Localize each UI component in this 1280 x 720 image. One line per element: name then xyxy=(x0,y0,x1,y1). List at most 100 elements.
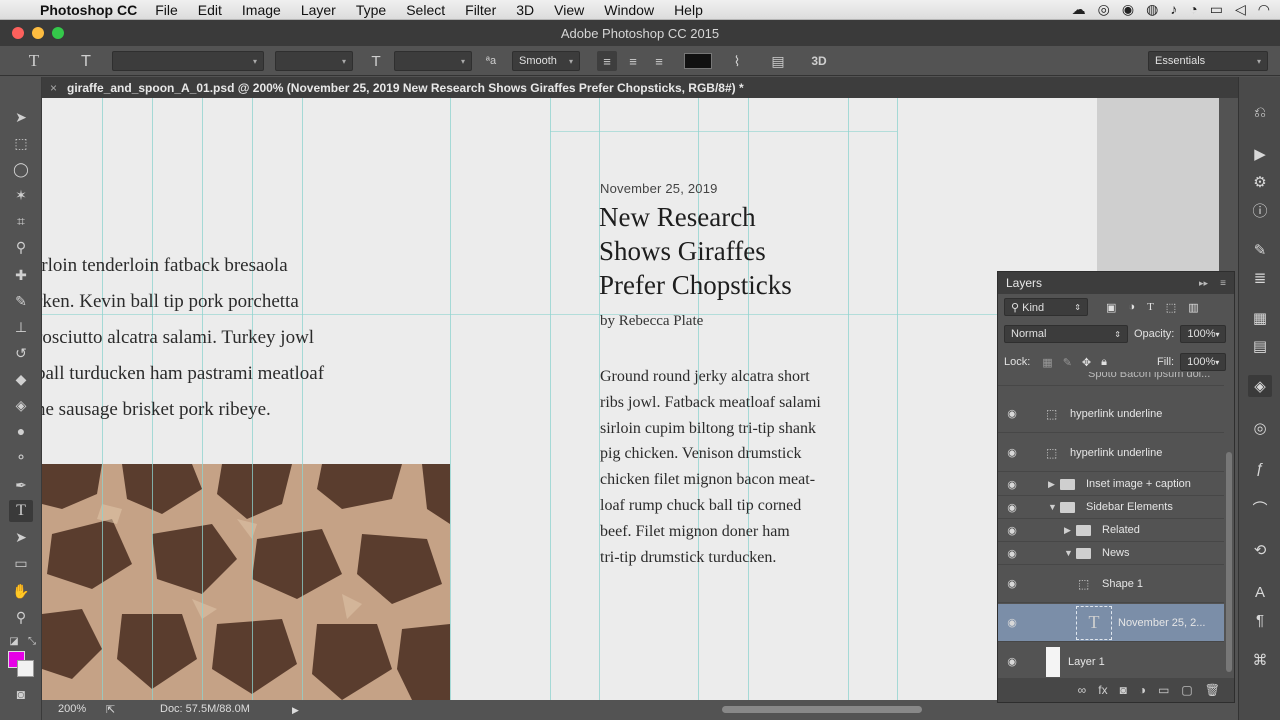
brush-tool-icon[interactable]: ✎ xyxy=(9,290,33,312)
battery-icon[interactable]: ▭ xyxy=(1210,1,1223,18)
layer-group-row[interactable]: ◉ ▼ News xyxy=(998,542,1224,565)
channels-panel-icon[interactable]: ◎ xyxy=(1248,417,1272,439)
align-left-icon[interactable]: ≡ xyxy=(597,51,617,71)
quick-mask-icon[interactable]: ◙ xyxy=(9,683,33,705)
visibility-eye-icon[interactable]: ◉ xyxy=(1004,524,1020,537)
close-window-button[interactable] xyxy=(12,27,24,39)
align-center-icon[interactable]: ≡ xyxy=(623,51,643,71)
menu-select[interactable]: Select xyxy=(406,2,445,18)
blend-mode-select[interactable]: Normal ⇕ xyxy=(1004,325,1128,343)
visibility-eye-icon[interactable]: ◉ xyxy=(1004,446,1020,459)
zoom-window-button[interactable] xyxy=(52,27,64,39)
menu-view[interactable]: View xyxy=(554,2,584,18)
gradient-tool-icon[interactable]: ◈ xyxy=(9,394,33,416)
layers-panel-title[interactable]: Layers xyxy=(1006,276,1042,290)
visibility-eye-icon[interactable]: ◉ xyxy=(1004,547,1020,560)
layer-group-row[interactable]: ◉ ▼ Sidebar Elements xyxy=(998,496,1224,519)
menu-layer[interactable]: Layer xyxy=(301,2,336,18)
lock-position-icon[interactable]: ✥ xyxy=(1082,356,1091,369)
magic-wand-tool-icon[interactable]: ✶ xyxy=(9,184,33,206)
link-layers-icon[interactable]: ∞ xyxy=(1078,683,1087,697)
layer-row[interactable]: ◉ ⬚ hyperlink underline xyxy=(998,395,1224,433)
filter-smart-object-icon[interactable]: ▥ xyxy=(1188,301,1198,314)
align-right-icon[interactable]: ≡ xyxy=(649,51,669,71)
font-size-select[interactable]: ▾ xyxy=(394,51,472,71)
type-tool-icon[interactable]: T xyxy=(9,500,33,522)
visibility-eye-icon[interactable]: ◉ xyxy=(1004,616,1020,629)
layer-row[interactable]: ◉ ⬚ Shape 1 xyxy=(998,565,1224,603)
layer-row-selected[interactable]: ◉ T November 25, 2... xyxy=(998,604,1224,642)
horizontal-scrollbar[interactable] xyxy=(722,706,922,713)
pen-tool-icon[interactable]: ✒ xyxy=(9,474,33,496)
new-layer-icon[interactable]: ▢ xyxy=(1181,683,1192,697)
menu-help[interactable]: Help xyxy=(674,2,703,18)
minimize-window-button[interactable] xyxy=(32,27,44,39)
path-selection-tool-icon[interactable]: ➤ xyxy=(9,526,33,548)
paths-panel-icon[interactable]: ⌒ xyxy=(1248,497,1272,519)
menu-window[interactable]: Window xyxy=(604,2,654,18)
menu-app-name[interactable]: Photoshop CC xyxy=(40,2,137,18)
font-style-select[interactable]: ▾ xyxy=(275,51,353,71)
visibility-eye-icon[interactable]: ◉ xyxy=(1004,655,1020,668)
panel-menu-icon[interactable]: ≡ xyxy=(1220,278,1226,289)
menu-filter[interactable]: Filter xyxy=(465,2,496,18)
lock-transparency-icon[interactable]: ▦ xyxy=(1042,356,1052,369)
filter-shape-icon[interactable]: ⬚ xyxy=(1166,301,1176,314)
layer-style-icon[interactable]: fx xyxy=(1098,683,1107,697)
healing-brush-tool-icon[interactable]: ✚ xyxy=(9,264,33,286)
visibility-eye-icon[interactable]: ◉ xyxy=(1004,577,1020,590)
filter-type-icon[interactable]: T xyxy=(1147,301,1154,313)
rectangle-tool-icon[interactable]: ▭ xyxy=(9,552,33,574)
export-icon[interactable]: ⇱ xyxy=(106,703,115,716)
3d-button[interactable]: 3D xyxy=(808,51,830,71)
lock-all-icon[interactable]: 🔒︎ xyxy=(1101,356,1107,369)
expand-triangle-icon[interactable]: ▶ xyxy=(1048,479,1055,490)
menu-3d[interactable]: 3D xyxy=(516,2,534,18)
collapse-panel-icon[interactable]: ▸▸ xyxy=(1199,278,1208,289)
paragraph-panel-icon[interactable]: ¶ xyxy=(1248,609,1272,631)
actions-panel-icon[interactable]: ▶ xyxy=(1248,143,1272,165)
visibility-eye-icon[interactable]: ◉ xyxy=(1004,407,1020,420)
visibility-eye-icon[interactable]: ◉ xyxy=(1004,501,1020,514)
info-panel-icon[interactable]: ⓘ xyxy=(1248,199,1272,221)
layer-row[interactable]: ◉ Layer 1 xyxy=(998,643,1224,678)
collapse-triangle-icon[interactable]: ▼ xyxy=(1048,502,1057,512)
notification-bell-icon[interactable]: ♪ xyxy=(1170,1,1177,18)
creative-cloud-icon[interactable]: ☁ xyxy=(1072,1,1086,18)
crop-tool-icon[interactable]: ⌗ xyxy=(9,210,33,232)
layer-row[interactable]: ◉ ⬚ hyperlink underline xyxy=(998,434,1224,472)
new-group-icon[interactable]: ▭ xyxy=(1158,683,1169,697)
orientation-toggle-icon[interactable]: ꓔ xyxy=(74,51,98,71)
background-color-swatch[interactable] xyxy=(17,660,34,677)
menu-file[interactable]: File xyxy=(155,2,178,18)
filter-pixel-icon[interactable]: ▣ xyxy=(1106,301,1116,314)
menu-edit[interactable]: Edit xyxy=(198,2,222,18)
volume-icon[interactable]: ◁ xyxy=(1235,1,1246,18)
blur-tool-icon[interactable]: ● xyxy=(9,420,33,442)
fill-field[interactable]: 100% ▾ xyxy=(1180,353,1227,371)
styles-panel-icon[interactable]: ƒ xyxy=(1248,457,1272,479)
layer-group-row[interactable]: ◉ ▶ Inset image + caption xyxy=(998,473,1224,496)
expand-triangle-icon[interactable]: ▶ xyxy=(1064,525,1071,536)
eyedropper-tool-icon[interactable]: ⚲ xyxy=(9,236,33,258)
history-brush-tool-icon[interactable]: ↺ xyxy=(9,342,33,364)
3d-panel-icon[interactable]: ⟲ xyxy=(1248,539,1272,561)
sync-icon[interactable]: ◎ xyxy=(1098,1,1110,18)
clone-stamp-tool-icon[interactable]: ⊥ xyxy=(9,316,33,338)
zoom-level[interactable]: 200% xyxy=(58,703,86,715)
antialias-select[interactable]: Smooth ▾ xyxy=(512,51,580,71)
dodge-tool-icon[interactable]: ⚬ xyxy=(9,446,33,468)
character-panel-icon[interactable]: ▤ xyxy=(768,51,788,71)
delete-layer-icon[interactable]: 🗑︎ xyxy=(1205,683,1220,697)
zoom-tool-icon[interactable]: ⚲ xyxy=(9,606,33,628)
type-tool-preset-icon[interactable]: T xyxy=(22,51,46,71)
glyphs-panel-icon[interactable]: ⌘ xyxy=(1248,649,1272,671)
warp-text-icon[interactable]: ⌇ xyxy=(727,51,747,71)
brush-panel-icon[interactable]: ✎ xyxy=(1248,239,1272,261)
record-icon[interactable]: ◍ xyxy=(1146,1,1158,18)
move-tool-icon[interactable]: ➤ xyxy=(9,106,33,128)
layers-panel-icon[interactable]: ◈ xyxy=(1248,375,1272,397)
new-adjustment-layer-icon[interactable]: ◑ xyxy=(1139,683,1146,697)
layer-row[interactable]: Spoto Bacon ipsum dol... xyxy=(998,372,1224,386)
layer-group-row[interactable]: ◉ ▶ Related xyxy=(998,519,1224,542)
